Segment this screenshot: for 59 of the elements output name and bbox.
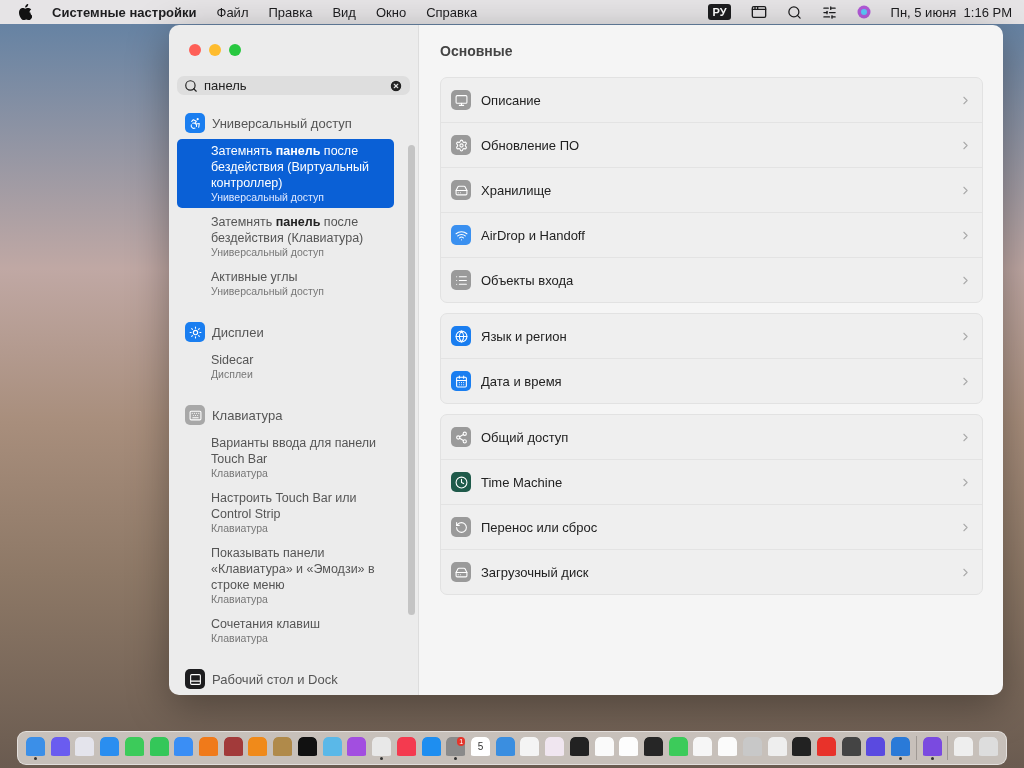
settings-row[interactable]: Описание [441,78,982,122]
search-result[interactable]: Варианты ввода для панели Touch Bar Клавиатура [177,431,394,484]
settings-row[interactable]: Загрузочный диск [441,549,982,594]
accessibility-icon [185,113,205,133]
settings-row[interactable]: Перенос или сброс [441,504,982,549]
drive-icon [451,180,471,200]
search-result[interactable]: Sidecar Дисплеи [177,348,394,385]
settings-row[interactable]: Язык и регион [441,314,982,358]
result-group-title[interactable]: Дисплеи [212,324,264,340]
gear-icon [451,135,471,155]
settings-row[interactable]: Time Machine [441,459,982,504]
monitor-icon [451,90,471,110]
keyboard-icon [185,405,205,425]
minimize-button[interactable] [209,44,221,56]
zoom-button[interactable] [229,44,241,56]
settings-row[interactable]: AirDrop и Handoff [441,212,982,257]
settings-row[interactable]: Общий доступ [441,415,982,459]
siri-icon[interactable] [856,5,871,19]
search-result[interactable]: Затемнять панель после бездействия (Виртуальный контроллер) Универсальный доступ [177,139,394,208]
window-icon[interactable] [750,4,767,20]
settings-row[interactable]: Объекты входа [441,257,982,302]
window-title: Основные [440,42,514,61]
menu-item[interactable]: Правка [268,4,313,20]
apple-logo-icon[interactable] [18,4,32,20]
sun-icon [185,322,205,342]
globe-icon [451,326,471,346]
search-result[interactable]: Затемнять панель после бездействия (Клавиатура) Универсальный доступ [177,210,394,263]
menu-item[interactable]: Файл [216,4,249,20]
settings-row[interactable]: Хранилище [441,167,982,212]
search-icon[interactable] [786,4,802,20]
scrollbar[interactable] [408,145,415,615]
close-button[interactable] [189,44,201,56]
menu-item[interactable]: Вид [332,4,356,20]
search-icon [184,78,198,93]
settings-row[interactable]: Обновление ПО [441,122,982,167]
wireless-icon [451,225,471,245]
result-group-title[interactable]: Универсальный доступ [212,115,352,131]
clock-icon [451,472,471,492]
menu-item[interactable]: Справка [426,4,478,20]
search-result[interactable]: Показывать панели «Клавиатура» и «Эмодзи» в строке меню Клавиатура [177,541,394,610]
search-result[interactable]: Активные углы Универсальный доступ [177,265,394,302]
search-result[interactable]: Сочетания клавиш Клавиатура [177,612,394,649]
settings-row[interactable]: Дата и время [441,358,982,403]
dock-icon [185,669,205,689]
menu-item[interactable]: Окно [375,4,407,20]
search-field[interactable]: панель [177,76,410,95]
control-center-icon[interactable] [821,4,837,20]
search-result[interactable]: Настроить Touch Bar или Control Strip Клавиатура [177,486,394,539]
result-group-title[interactable]: Рабочий стол и Dock [212,671,338,687]
share-icon [451,427,471,447]
result-group-title[interactable]: Клавиатура [212,407,283,423]
calendar-icon [451,371,471,391]
clear-icon[interactable] [389,78,403,93]
list-icon [451,270,471,290]
drive-icon [451,562,471,582]
menu-clock[interactable]: Пн, 5 июня 1:16 PM [890,4,1012,20]
input-source[interactable]: РУ [708,4,731,20]
reset-icon [451,517,471,537]
app-menu[interactable]: Системные настройки [52,4,197,20]
